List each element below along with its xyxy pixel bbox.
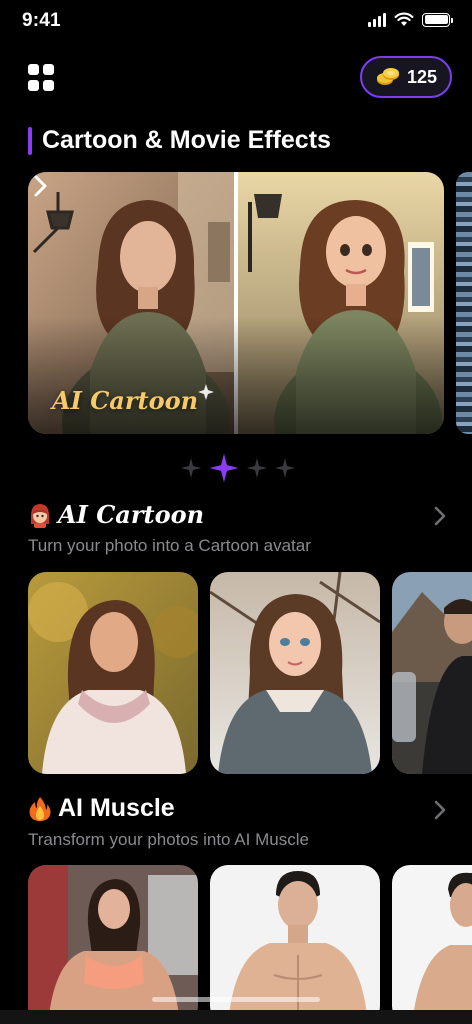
wifi-icon (394, 12, 414, 26)
pager-dot-4[interactable] (274, 457, 296, 479)
card-image (392, 572, 472, 774)
home-indicator[interactable] (152, 997, 320, 1002)
card-image (28, 572, 198, 774)
ai-cartoon-title: AI Cartoon (58, 500, 205, 529)
bottom-edge (0, 1010, 472, 1024)
menu-grid-icon[interactable] (28, 64, 56, 92)
ai-cartoon-title-wrap: AI Cartoon (28, 500, 204, 529)
fire-icon (29, 796, 51, 821)
status-bar: 9:41 (0, 0, 472, 44)
girl-avatar-icon (31, 503, 49, 528)
featured-carousel[interactable]: AI Cartoon (28, 172, 472, 434)
card-image (392, 865, 472, 1024)
featured-section-title: Cartoon & Movie Effects (42, 126, 331, 154)
ai-muscle-subtitle: Transform your photos into AI Muscle (28, 830, 309, 849)
card-image (210, 572, 380, 774)
top-bar: 125 (0, 54, 472, 100)
carousel-pager (180, 452, 296, 484)
accent-bar (28, 126, 32, 155)
ai-cartoon-subtitle: Turn your photo into a Cartoon avatar (28, 536, 311, 555)
coin-balance-button[interactable]: 125 (360, 56, 452, 98)
featured-banner[interactable]: AI Cartoon (28, 172, 444, 434)
ai-muscle-section-header[interactable]: AI Muscle Transform your photos into AI … (28, 794, 448, 864)
featured-section-header: Cartoon & Movie Effects (28, 126, 331, 155)
ai-cartoon-card-1[interactable] (28, 572, 198, 774)
status-icons (368, 12, 453, 27)
pager-dot-3[interactable] (246, 457, 268, 479)
next-banner-peek[interactable] (456, 172, 472, 434)
coins-icon (376, 68, 399, 85)
chevron-right-icon[interactable] (432, 504, 448, 528)
ai-cartoon-card-2[interactable] (210, 572, 380, 774)
battery-icon (422, 12, 453, 27)
pager-dot-1[interactable] (180, 457, 202, 479)
status-time: 9:41 (22, 10, 61, 31)
banner-label: AI Cartoon (52, 386, 199, 415)
chevron-right-icon[interactable] (432, 798, 448, 822)
pager-dot-2-active[interactable] (208, 452, 240, 484)
ai-muscle-title-wrap: AI Muscle (28, 794, 175, 823)
ai-cartoon-card-3[interactable] (392, 572, 472, 774)
coin-count: 125 (406, 66, 438, 87)
ai-cartoon-section-header[interactable]: AI Cartoon Turn your photo into a Cartoo… (28, 500, 448, 570)
ai-muscle-card-3[interactable] (392, 865, 472, 1024)
cellular-signal-icon (368, 12, 386, 27)
chevron-right-icon[interactable] (28, 172, 52, 200)
ai-muscle-title: AI Muscle (58, 794, 175, 822)
